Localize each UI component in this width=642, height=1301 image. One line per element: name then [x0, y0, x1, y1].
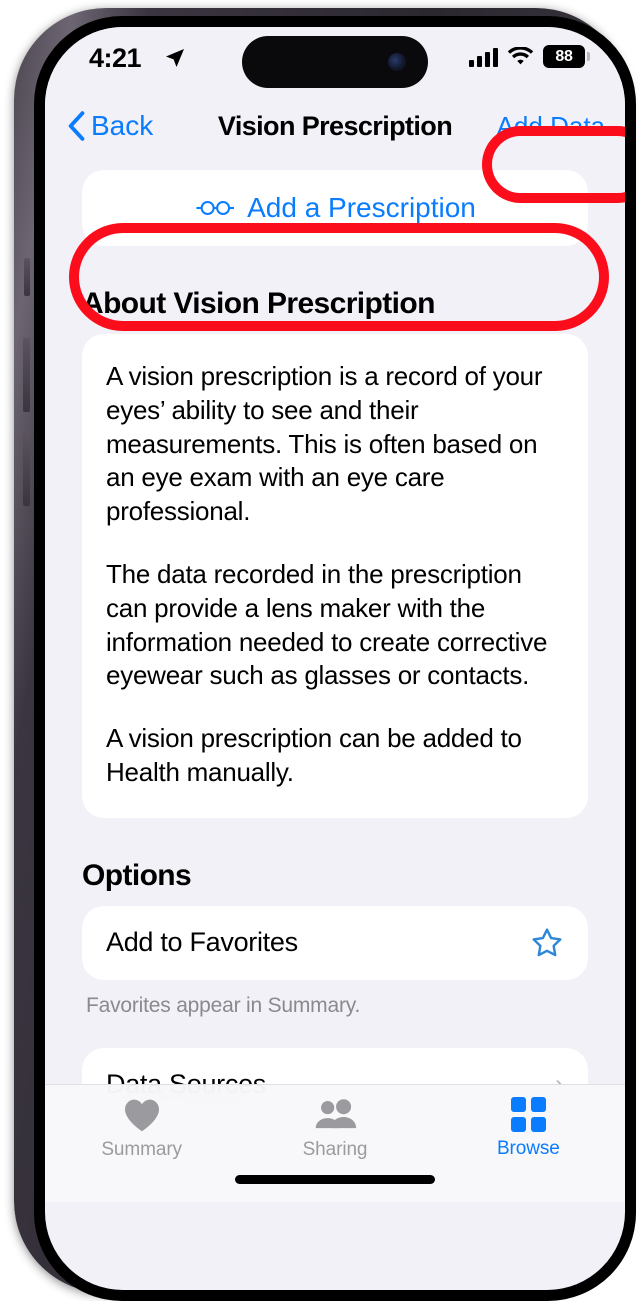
add-to-favorites-row[interactable]: Add to Favorites — [82, 906, 588, 980]
grid-icon — [510, 1097, 546, 1132]
add-a-prescription-label: Add a Prescription — [247, 192, 476, 223]
tab-browse-label: Browse — [496, 1138, 560, 1159]
status-time: 4:21 — [89, 43, 142, 73]
tab-browse[interactable]: Browse — [432, 1097, 625, 1202]
dynamic-island — [242, 36, 428, 88]
phone-frame: 4:21 88 Back Vision Prescription Add Dat… — [14, 8, 636, 1301]
about-card: A vision prescription is a record of you… — [82, 334, 588, 818]
add-a-prescription-button[interactable]: Add a Prescription — [82, 170, 588, 246]
favorites-card: Add to Favorites — [82, 905, 588, 980]
cellular-signal-icon — [469, 47, 498, 67]
tab-sharing[interactable]: Sharing — [238, 1097, 431, 1202]
tab-summary[interactable]: Summary — [45, 1097, 238, 1202]
about-paragraph-3: A vision prescription can be added to He… — [106, 723, 522, 787]
status-bar: 4:21 88 — [45, 27, 625, 95]
add-data-button[interactable]: Add Data — [497, 111, 605, 142]
star-outline-icon[interactable] — [530, 926, 564, 960]
heart-icon — [124, 1099, 159, 1132]
chevron-left-icon — [68, 111, 85, 141]
about-section-heading: About Vision Prescription — [82, 287, 435, 320]
tab-bar: Summary Sharing Browse — [45, 1084, 625, 1202]
location-arrow-icon — [166, 49, 184, 67]
battery-icon: 88 — [543, 45, 590, 68]
status-indicators: 88 — [469, 45, 590, 68]
tab-summary-label: Summary — [101, 1139, 182, 1160]
camera-lens-icon — [388, 53, 406, 71]
volume-down-button[interactable] — [23, 432, 30, 506]
battery-level: 88 — [555, 47, 573, 65]
people-icon — [315, 1099, 357, 1129]
favorites-footnote: Favorites appear in Summary. — [86, 993, 361, 1017]
back-button[interactable]: Back — [67, 110, 153, 142]
options-section-heading: Options — [82, 858, 192, 892]
tab-sharing-label: Sharing — [302, 1139, 368, 1160]
home-indicator — [235, 1175, 435, 1184]
navigation-bar: Back Vision Prescription Add Data — [45, 95, 625, 157]
page-title: Vision Prescription — [217, 110, 453, 141]
about-paragraph-1: A vision prescription is a record of you… — [106, 361, 543, 527]
wifi-icon — [507, 46, 534, 64]
eyeglasses-icon — [196, 201, 235, 215]
back-button-label: Back — [91, 110, 154, 141]
about-paragraph-2: The data recorded in the prescription ca… — [106, 558, 548, 691]
volume-up-button[interactable] — [23, 338, 30, 412]
scroll-content[interactable]: Add a Prescription About Vision Prescrip… — [45, 157, 625, 1202]
add-to-favorites-label: Add to Favorites — [106, 927, 298, 958]
silent-switch-button[interactable] — [24, 258, 30, 296]
phone-screen: 4:21 88 Back Vision Prescription Add Dat… — [45, 27, 625, 1290]
